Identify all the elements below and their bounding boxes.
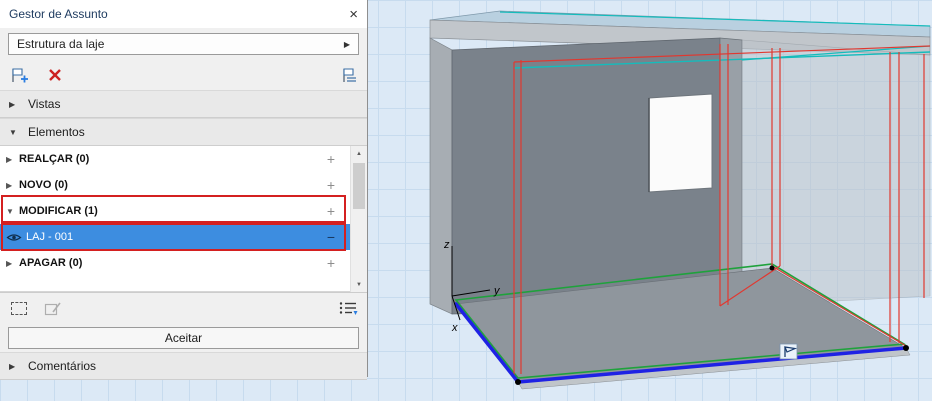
tree-row-label: LAJ - 001 — [26, 231, 73, 243]
tree-row-label: NOVO (0) — [19, 179, 68, 191]
section-elementos[interactable]: ▼ Elementos — [0, 118, 367, 146]
accept-button[interactable]: Aceitar — [8, 327, 359, 349]
left-wall-edge — [430, 38, 452, 314]
gestor-de-assunto-panel: Gestor de Assunto × Estrutura da laje ▶ — [0, 0, 368, 377]
topic-list-button[interactable] — [337, 65, 359, 85]
section-vistas-label: Vistas — [28, 97, 60, 111]
close-icon[interactable]: × — [349, 7, 358, 22]
corner-node-3[interactable] — [770, 266, 775, 271]
eye-icon[interactable] — [6, 232, 26, 243]
section-vistas[interactable]: ▶ Vistas — [0, 90, 367, 118]
update-view-button[interactable] — [42, 299, 64, 319]
stamp-icon — [44, 301, 62, 316]
dropdown-arrow-icon: ▶ — [344, 40, 350, 49]
tree-row-label: MODIFICAR (1) — [19, 205, 98, 217]
scrollbar-thumb[interactable] — [353, 163, 365, 209]
section-comentarios[interactable]: ▶ Comentários — [0, 352, 367, 380]
chevron-down-icon: ▼ — [9, 128, 19, 137]
remove-button[interactable]: − — [325, 229, 337, 245]
tree-row-label: APAGAR (0) — [19, 257, 82, 269]
topic-dropdown[interactable]: Estrutura da laje ▶ — [8, 33, 359, 55]
tree-row-label: REALÇAR (0) — [19, 153, 89, 165]
rear-wall — [742, 40, 930, 306]
corner-node-1[interactable] — [515, 379, 521, 385]
list-settings-button[interactable] — [337, 299, 359, 319]
section-elementos-label: Elementos — [28, 125, 85, 139]
window-opening — [649, 94, 712, 192]
app-screen: z y x Gestor de Assunto × Estrutura da l… — [0, 0, 932, 401]
tree-row-laj-001[interactable]: LAJ - 001 − — [0, 224, 367, 250]
delete-topic-button[interactable] — [44, 65, 66, 85]
scroll-up-icon[interactable]: ▲ — [351, 146, 367, 161]
panel-toolbar — [0, 60, 367, 90]
corner-node-2[interactable] — [903, 345, 909, 351]
section-comentarios-label: Comentários — [28, 359, 96, 373]
axis-label-z: z — [443, 239, 450, 251]
panel-title: Gestor de Assunto — [9, 7, 108, 21]
tree-scrollbar[interactable]: ▲ ▼ — [350, 146, 367, 292]
chevron-right-icon: ▶ — [6, 181, 19, 190]
tree-row-novo[interactable]: ▶ NOVO (0) + — [0, 172, 367, 198]
add-button[interactable]: + — [325, 203, 337, 219]
list-settings-icon — [338, 300, 358, 317]
elements-tree: ▶ REALÇAR (0) + ▶ NOVO (0) + ▼ MODIFICAR… — [0, 146, 367, 292]
panel-titlebar: Gestor de Assunto × — [0, 0, 367, 28]
red-x-icon — [48, 68, 62, 82]
bottom-toolbar — [0, 292, 367, 324]
flag-list-icon — [338, 66, 358, 84]
tree-row-modificar[interactable]: ▼ MODIFICAR (1) + — [0, 198, 367, 224]
3d-viewport[interactable]: z y x — [368, 0, 932, 401]
3d-model: z y x — [368, 0, 932, 401]
topic-dropdown-value: Estrutura da laje — [17, 37, 104, 51]
tree-row-apagar[interactable]: ▶ APAGAR (0) + — [0, 250, 367, 276]
chevron-down-icon: ▼ — [6, 207, 19, 216]
marquee-icon — [11, 302, 27, 315]
flag-marker-icon[interactable] — [780, 344, 797, 359]
chevron-right-icon: ▶ — [9, 100, 19, 109]
flag-add-icon — [9, 66, 29, 84]
chevron-right-icon: ▶ — [6, 155, 19, 164]
add-button[interactable]: + — [325, 151, 337, 167]
marquee-select-button[interactable] — [8, 299, 30, 319]
chevron-right-icon: ▶ — [6, 259, 19, 268]
add-button[interactable]: + — [325, 177, 337, 193]
scroll-down-icon[interactable]: ▼ — [351, 277, 367, 292]
tree-row-realcar[interactable]: ▶ REALÇAR (0) + — [0, 146, 367, 172]
new-topic-button[interactable] — [8, 65, 30, 85]
axis-label-x: x — [451, 322, 458, 334]
add-button[interactable]: + — [325, 255, 337, 271]
chevron-right-icon: ▶ — [9, 362, 19, 371]
accept-row: Aceitar — [0, 324, 367, 352]
